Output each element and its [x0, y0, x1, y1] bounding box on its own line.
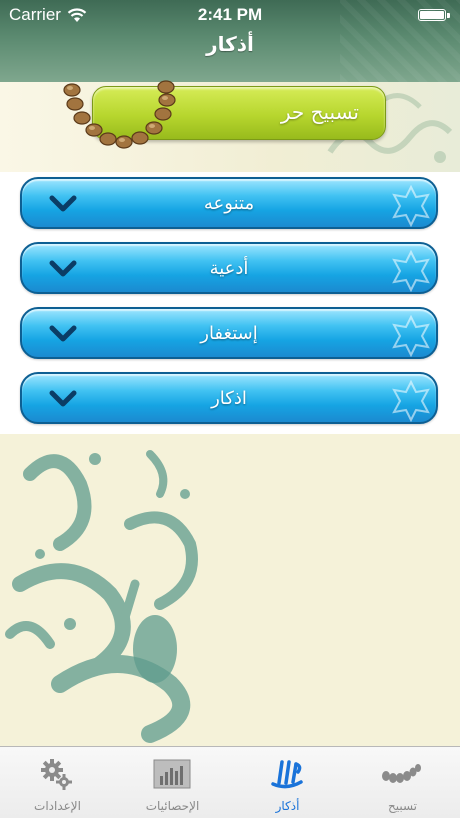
- category-adhkar-button[interactable]: اذكار: [20, 372, 438, 424]
- islamic-star-icon: [392, 250, 430, 292]
- calligraphy-decoration: [5, 450, 198, 743]
- battery-icon: [418, 9, 450, 21]
- gears-icon: [41, 759, 72, 790]
- category-label: اذكار: [211, 388, 247, 409]
- navigation-bar: Carrier 2:41 PM أذكار: [0, 0, 460, 83]
- tab-label: الإحصائيات: [145, 799, 200, 813]
- category-miscellaneous-button[interactable]: متنوعه: [20, 177, 438, 229]
- category-label: إستغفار: [200, 323, 258, 344]
- islamic-star-icon: [392, 185, 430, 227]
- page-title: أذكار: [206, 32, 254, 56]
- tab-label: أذكار: [275, 799, 300, 813]
- prayer-beads-icon: [382, 764, 421, 783]
- calligraphy-background: [0, 434, 460, 746]
- tab-adhkar[interactable]: أذكار: [230, 747, 345, 818]
- tab-label: تسبيح: [387, 799, 418, 813]
- tab-statistics[interactable]: الإحصائيات: [115, 747, 230, 818]
- status-bar: Carrier 2:41 PM: [0, 0, 460, 30]
- status-time: 2:41 PM: [197, 5, 263, 24]
- allah-calligraphy-icon: [271, 760, 303, 789]
- category-label: متنوعه: [203, 193, 255, 214]
- tab-tasbih[interactable]: تسبيح: [345, 747, 460, 818]
- tab-label: الإعدادات: [34, 799, 81, 813]
- tab-settings[interactable]: الإعدادات: [0, 747, 115, 818]
- category-istighfar-button[interactable]: إستغفار: [20, 307, 438, 359]
- islamic-star-icon: [392, 315, 430, 357]
- free-tasbih-label: تسبيح حر: [280, 100, 359, 124]
- islamic-star-icon: [392, 380, 430, 422]
- prayer-beads-icon: [63, 80, 176, 149]
- statistics-icon: [153, 759, 191, 789]
- category-label: أدعية: [209, 258, 249, 279]
- category-supplications-button[interactable]: أدعية: [20, 242, 438, 294]
- tab-bar: الإعدادات الإحصائيات أذكار تسبيح: [0, 746, 460, 818]
